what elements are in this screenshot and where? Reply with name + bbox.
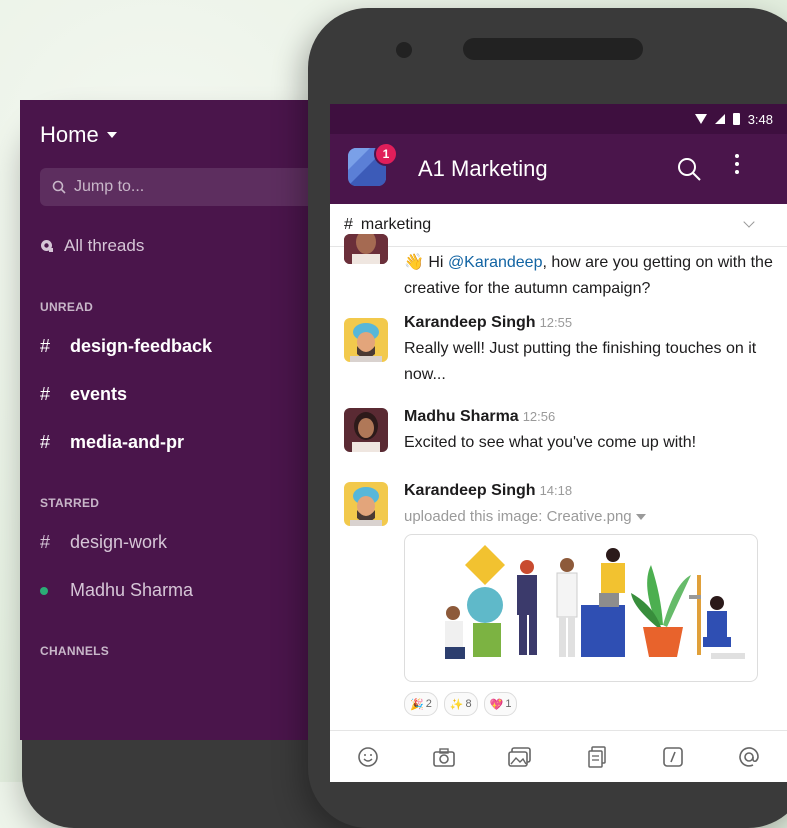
- sidebar-item-design-feedback[interactable]: # design-feedback: [40, 336, 212, 357]
- hash-icon: #: [40, 336, 51, 356]
- channel-label: events: [70, 384, 128, 404]
- starred-heading: STARRED: [40, 496, 100, 510]
- author-name[interactable]: Madhu Sharma: [404, 408, 519, 425]
- camera-icon[interactable]: [429, 742, 459, 772]
- upload-text[interactable]: uploaded this image: Creative.png: [404, 508, 632, 525]
- avatar[interactable]: [344, 318, 388, 362]
- author-name[interactable]: Karandeep Singh: [404, 482, 536, 499]
- channels-heading: CHANNELS: [40, 644, 110, 658]
- caret-down-icon[interactable]: [636, 513, 647, 520]
- avatar[interactable]: [344, 408, 388, 452]
- more-menu-icon[interactable]: [735, 154, 739, 174]
- threads-icon: [41, 240, 53, 252]
- reaction-sparkles[interactable]: ✨ 8: [443, 692, 478, 716]
- channel-screen: 3:48 1 A1 Marketing # marketing 👋 Hi @Ka…: [330, 104, 787, 782]
- channel-label: media-and-pr: [70, 432, 185, 452]
- home-dropdown[interactable]: Home: [40, 122, 117, 148]
- reaction-count: 8: [465, 698, 472, 710]
- status-time: 3:48: [747, 111, 773, 127]
- search-icon[interactable]: [676, 156, 702, 187]
- sidebar-item-events[interactable]: # events: [40, 384, 127, 405]
- sidebar-item-all-threads[interactable]: All threads: [40, 236, 144, 256]
- author-name[interactable]: Karandeep Singh: [404, 314, 536, 331]
- wifi-icon: [694, 114, 707, 124]
- unread-heading: UNREAD: [40, 300, 94, 314]
- caret-down-icon: [106, 132, 117, 138]
- chevron-down-icon: [743, 216, 755, 228]
- reaction-count: 1: [505, 698, 512, 710]
- presence-dot-icon: [40, 586, 48, 595]
- reactions: 🎉 2 ✨ 8 💖 1: [404, 692, 518, 716]
- timestamp: 12:56: [522, 409, 556, 424]
- avatar[interactable]: [344, 482, 388, 526]
- workspace-name: A1 Marketing: [418, 156, 548, 181]
- reaction-tada[interactable]: 🎉 2: [404, 692, 438, 716]
- message-text: Really well! Just putting the finishing …: [404, 340, 757, 383]
- reaction-heart[interactable]: 💖 1: [483, 692, 518, 716]
- composer-toolbar: [330, 730, 787, 782]
- avatar[interactable]: [344, 234, 388, 264]
- timestamp: 14:18: [539, 483, 573, 498]
- file-icon[interactable]: [582, 742, 612, 772]
- heart-emoji: 💖: [489, 698, 504, 711]
- app-bar: 1 A1 Marketing: [330, 134, 787, 204]
- illustration-image: [445, 545, 745, 659]
- hash-icon: #: [40, 384, 51, 404]
- image-icon[interactable]: [505, 742, 535, 772]
- camera-icon: [396, 42, 412, 58]
- uploaded-image[interactable]: [404, 534, 758, 682]
- tada-emoji: 🎉: [410, 698, 424, 711]
- mention-icon[interactable]: [734, 742, 764, 772]
- slash-command-icon[interactable]: [658, 742, 688, 772]
- emoji-icon[interactable]: [353, 742, 383, 772]
- hash-icon: #: [40, 432, 51, 452]
- channel-label: design-work: [70, 532, 168, 552]
- sidebar-item-design-work[interactable]: # design-work: [40, 532, 167, 553]
- channel-label: design-feedback: [70, 336, 213, 356]
- mention-link[interactable]: @Karandeep: [448, 254, 543, 271]
- all-threads-label: All threads: [64, 236, 145, 255]
- sidebar-item-media-and-pr[interactable]: # media-and-pr: [40, 432, 184, 453]
- jump-to-placeholder: Jump to...: [74, 178, 145, 195]
- search-icon: [52, 180, 66, 194]
- hash-icon: #: [40, 532, 51, 552]
- sidebar-item-madhu-sharma[interactable]: Madhu Sharma: [40, 580, 193, 601]
- timestamp: 12:55: [539, 315, 573, 330]
- message-text: Excited to see what you've come up with!: [404, 434, 697, 451]
- hash-icon: #: [344, 216, 353, 233]
- speaker-grille: [463, 38, 643, 60]
- reaction-count: 2: [425, 698, 432, 710]
- message-text: Hi: [428, 254, 448, 271]
- home-label: Home: [40, 122, 99, 147]
- dm-label: Madhu Sharma: [70, 580, 194, 600]
- channel-name: marketing: [360, 216, 432, 233]
- signal-icon: [714, 114, 725, 124]
- channel-header[interactable]: # marketing: [330, 204, 787, 247]
- notification-badge: 1: [374, 142, 398, 166]
- status-bar: 3:48: [330, 104, 787, 134]
- battery-icon: [732, 113, 740, 125]
- wave-emoji: 👋: [404, 254, 424, 271]
- sparkles-emoji: ✨: [449, 698, 464, 711]
